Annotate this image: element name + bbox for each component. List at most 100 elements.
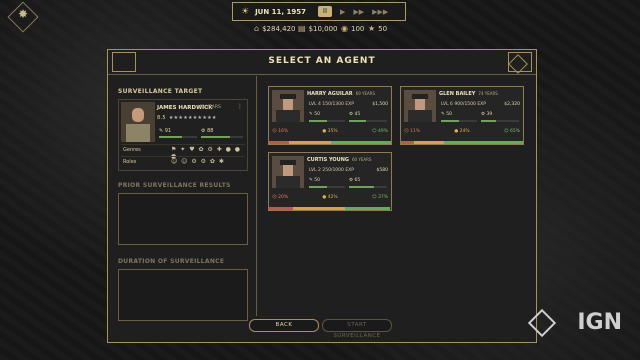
- prior-results-box: [118, 193, 248, 245]
- roles-row: Roles ☺ ☺ ⚙ ⚙ ✿ ✱: [121, 156, 245, 166]
- neutral-odds-value: 24%: [459, 129, 470, 134]
- target-stat-2: ⚙ 88: [201, 128, 214, 134]
- fail-odds-value: 11%: [410, 129, 421, 134]
- agent-card[interactable]: HARRY AGUILAR 69 YEARS LVL 4 150/1300 EXP…: [268, 86, 392, 145]
- agent-exp: 250/1000 EXP: [322, 168, 354, 173]
- agent-stat-2: ⚙ 39: [481, 112, 493, 117]
- odds-stripe: [269, 207, 391, 210]
- agent-stat-1-fill: [441, 120, 459, 122]
- cash-counter: ▤ $10,000: [298, 24, 338, 33]
- odds-stripe: [401, 141, 523, 144]
- star-value: 50: [378, 24, 388, 33]
- start-surveillance-button[interactable]: START SURVEILLANCE: [322, 319, 392, 339]
- agent-stat-2-fill: [349, 186, 374, 188]
- bank-icon: ⌂: [254, 24, 260, 33]
- neutral-odds: ● 35%: [322, 129, 338, 134]
- target-stat-1-bar: [159, 136, 197, 138]
- agent-stat-2: ⚙ 45: [349, 112, 361, 117]
- success-odds: ☺ 49%: [371, 129, 388, 134]
- agent-level-line: LVL 6 900/1500 EXP: [441, 102, 486, 107]
- agent-level: LVL 6: [441, 102, 453, 107]
- agent-stat-1: ✎ 50: [309, 178, 320, 183]
- agent-stat-2-fill: [481, 120, 496, 122]
- pause-button[interactable]: II: [317, 6, 332, 17]
- agent-exp: 900/1500 EXP: [454, 102, 486, 107]
- agent-outcome-odds: ☹ 20% ● 42% ☺ 37%: [272, 195, 388, 203]
- agent-age: 60 YEARS: [352, 157, 372, 162]
- target-portrait: [121, 102, 155, 142]
- target-age: 42 YEARS: [199, 105, 221, 110]
- duration-heading: DURATION OF SURVEILLANCE: [118, 258, 225, 265]
- agent-stat-1: ✎ 50: [309, 112, 320, 117]
- agent-exp: 150/1300 EXP: [322, 102, 354, 107]
- agent-name-line: CURTIS YOUNG 60 YEARS: [307, 157, 371, 163]
- agent-stat-1-bar: [441, 120, 477, 122]
- fail-odds: ☹ 20%: [272, 195, 289, 200]
- agent-stat-2: ⚙ 65: [349, 178, 361, 183]
- money-value: $284,420: [262, 24, 296, 33]
- sun-icon: ☀: [241, 6, 250, 17]
- target-stat-2-bar: [201, 136, 243, 138]
- success-odds: ☺ 37%: [371, 195, 388, 200]
- target-stat-1: ✎ 91: [159, 128, 172, 134]
- success-stripe: [331, 141, 391, 144]
- agent-name-line: HARRY AGUILAR 69 YEARS: [307, 91, 375, 97]
- back-button[interactable]: BACK: [249, 319, 319, 332]
- target-stars: ★★★★★★★★★★: [168, 115, 217, 121]
- speed-2-button[interactable]: ▶▶: [353, 8, 364, 16]
- fail-stripe: [269, 207, 294, 210]
- agent-portrait: [272, 90, 304, 122]
- role-icons: ☺ ☺ ⚙ ⚙ ✿ ✱: [171, 158, 225, 165]
- neutral-odds-value: 42%: [327, 195, 338, 200]
- target-stat-2-value: 88: [207, 128, 214, 134]
- agent-level-line: LVL 2 250/1000 EXP: [309, 168, 354, 173]
- agent-cost: $1,500: [372, 102, 388, 107]
- fail-stripe: [269, 141, 289, 144]
- agent-name-line: GLEN BAILEY 74 YEARS: [439, 91, 498, 97]
- agent-age: 69 YEARS: [355, 91, 376, 96]
- agent-outcome-odds: ☹ 11% ● 24% ☺ 65%: [404, 129, 520, 137]
- star-counter: ★ 50: [368, 24, 387, 33]
- success-odds-value: 65%: [509, 129, 520, 134]
- agent-name: CURTIS YOUNG: [307, 157, 350, 163]
- target-card: JAMES HARDWICK 42 YEARS ⋮ 8.5 ★★★★★★★★★★ …: [118, 99, 248, 171]
- agent-stat-1-value: 50: [314, 178, 320, 183]
- cash-value: $10,000: [308, 24, 338, 33]
- prior-results-heading: PRIOR SURVEILLANCE RESULTS: [118, 182, 231, 189]
- speed-3-button[interactable]: ▶▶▶: [372, 8, 388, 16]
- roles-label: Roles: [123, 159, 137, 165]
- success-odds: ☺ 65%: [503, 129, 520, 134]
- agent-cost: $580: [376, 168, 388, 173]
- agent-name: GLEN BAILEY: [439, 91, 476, 97]
- agent-card[interactable]: GLEN BAILEY 74 YEARS LVL 6 900/1500 EXP $…: [400, 86, 524, 145]
- agent-stat-1-bar: [309, 186, 345, 188]
- info-icon[interactable]: ⋮: [237, 103, 243, 110]
- agent-age: 74 YEARS: [478, 91, 498, 96]
- agent-stat-1-value: 50: [314, 112, 320, 117]
- agent-level: LVL 2: [309, 168, 321, 173]
- cash-icon: ▤: [298, 24, 306, 33]
- neutral-odds-value: 35%: [327, 129, 338, 134]
- success-odds-value: 37%: [377, 195, 388, 200]
- success-stripe: [344, 207, 390, 210]
- fail-odds: ☹ 11%: [404, 129, 421, 134]
- agent-stat-1: ✎ 50: [441, 112, 452, 117]
- column-divider: [256, 76, 257, 316]
- speed-1-button[interactable]: ▶: [340, 8, 345, 16]
- resource-value: 100: [350, 24, 365, 33]
- neutral-stripe: [288, 141, 332, 144]
- dialog-title: SELECT AN AGENT: [268, 56, 376, 66]
- reel-icon: ◉: [341, 24, 348, 33]
- ign-watermark: IGN: [577, 310, 622, 335]
- neutral-stripe: [414, 141, 444, 144]
- agent-portrait: [404, 90, 436, 122]
- agent-card[interactable]: CURTIS YOUNG 60 YEARS LVL 2 250/1000 EXP …: [268, 152, 392, 211]
- money-counter: ⌂ $284,420: [254, 24, 295, 33]
- agent-stat-2-bar: [481, 120, 519, 122]
- time-bar: ☀ JUN 11, 1957 II ▶ ▶▶ ▶▶▶: [232, 2, 406, 21]
- success-odds-value: 49%: [377, 129, 388, 134]
- agent-stat-2-value: 65: [354, 178, 361, 183]
- duration-box: [118, 269, 248, 321]
- fail-odds-value: 16%: [278, 129, 289, 134]
- target-level: 8.5: [157, 115, 166, 121]
